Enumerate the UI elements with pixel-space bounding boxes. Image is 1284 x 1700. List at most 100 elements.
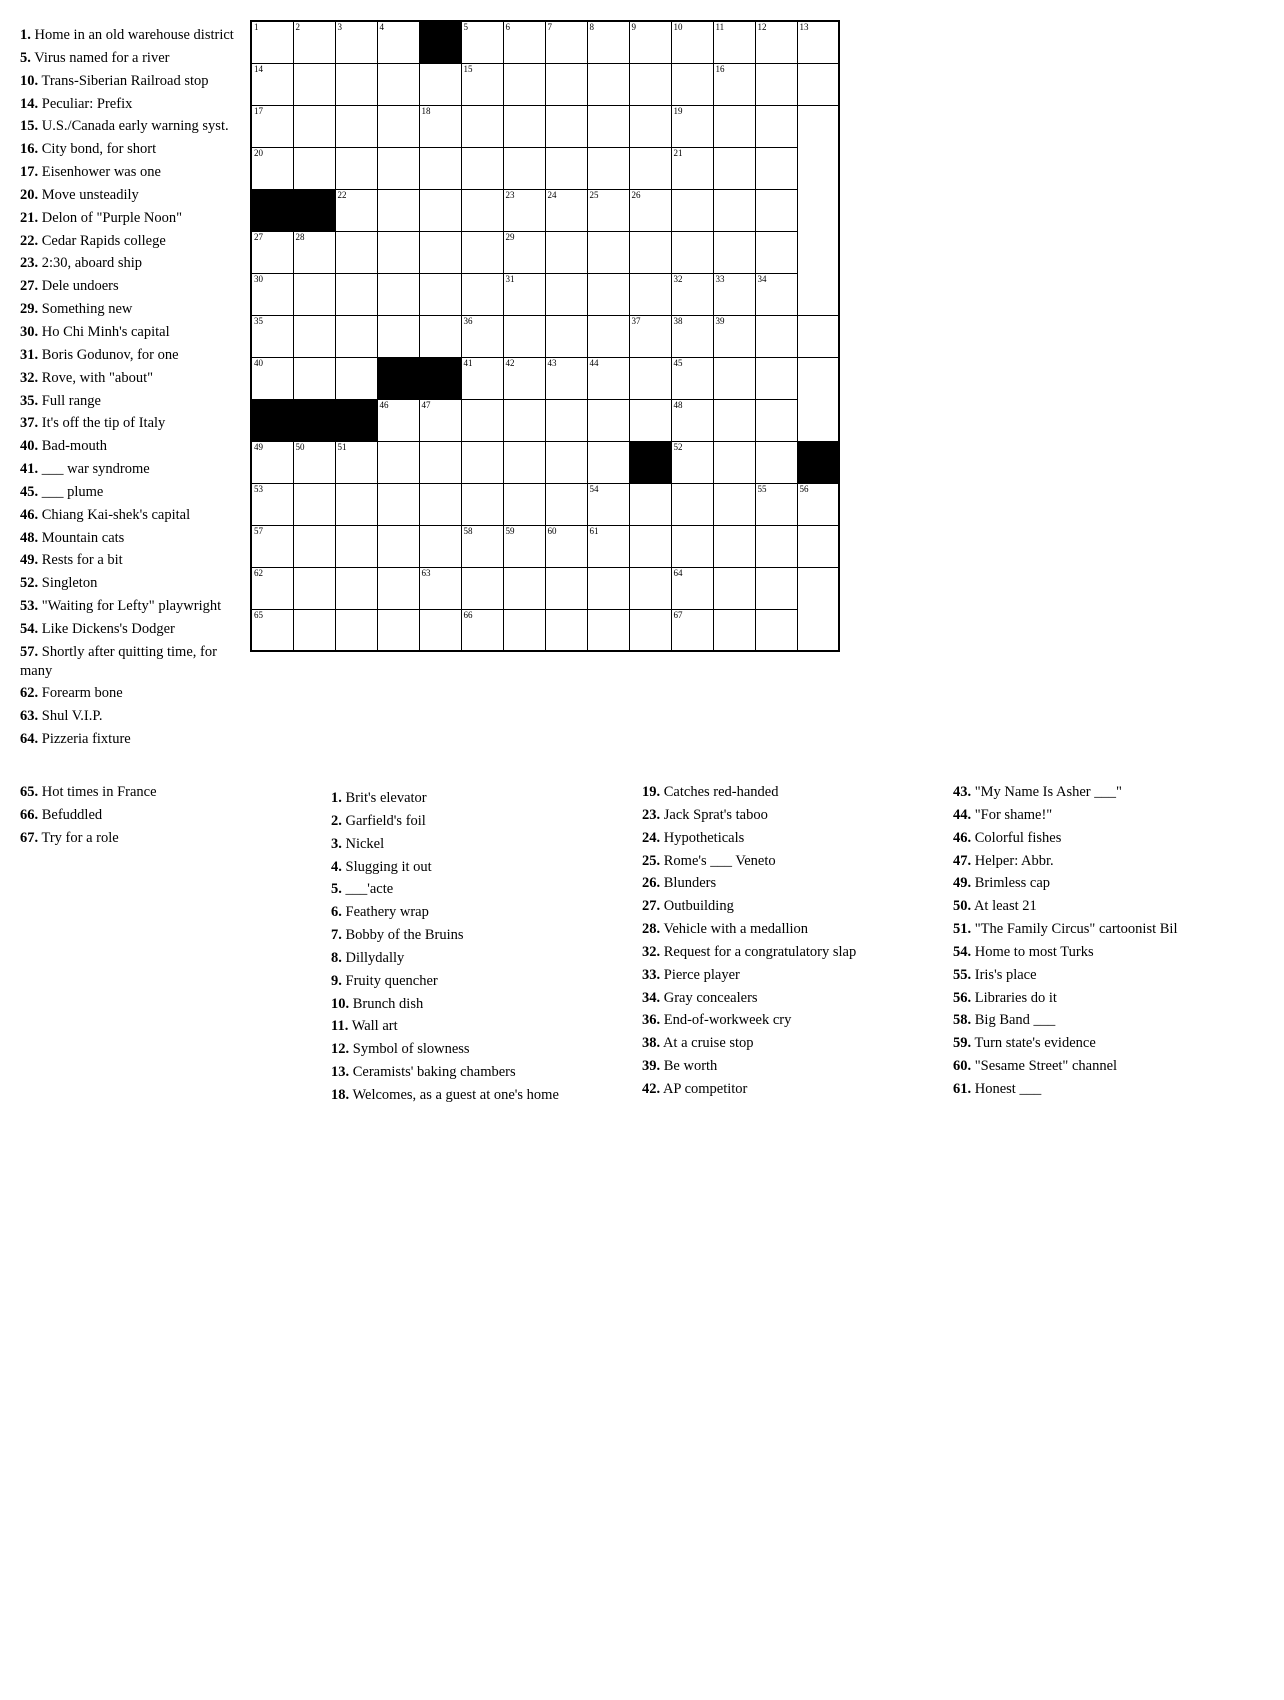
grid-cell-10-5[interactable] [461, 441, 503, 483]
grid-cell-7-12[interactable] [755, 315, 797, 357]
grid-cell-2-4[interactable]: 18 [419, 105, 461, 147]
grid-cell-14-3[interactable] [377, 609, 419, 651]
grid-cell-7-8[interactable] [587, 315, 629, 357]
grid-cell-6-5[interactable] [461, 273, 503, 315]
grid-cell-2-2[interactable] [335, 105, 377, 147]
grid-cell-5-11[interactable] [713, 231, 755, 273]
grid-cell-5-3[interactable] [377, 231, 419, 273]
grid-cell-6-11[interactable]: 33 [713, 273, 755, 315]
grid-cell-3-0[interactable]: 20 [251, 147, 293, 189]
grid-cell-6-1[interactable] [293, 273, 335, 315]
grid-cell-13-11[interactable] [713, 567, 755, 609]
grid-cell-3-7[interactable] [545, 147, 587, 189]
grid-cell-10-10[interactable]: 52 [671, 441, 713, 483]
grid-cell-1-4[interactable] [419, 63, 461, 105]
grid-cell-2-12[interactable] [755, 105, 797, 147]
grid-cell-9-10[interactable]: 48 [671, 399, 713, 441]
grid-cell-10-4[interactable] [419, 441, 461, 483]
grid-cell-8-5[interactable]: 41 [461, 357, 503, 399]
grid-cell-11-8[interactable]: 54 [587, 483, 629, 525]
grid-cell-12-11[interactable] [713, 525, 755, 567]
grid-cell-5-0[interactable]: 27 [251, 231, 293, 273]
grid-cell-3-12[interactable] [755, 147, 797, 189]
grid-cell-0-11[interactable]: 11 [713, 21, 755, 63]
grid-cell-1-5[interactable]: 15 [461, 63, 503, 105]
grid-cell-3-2[interactable] [335, 147, 377, 189]
grid-cell-2-7[interactable] [545, 105, 587, 147]
grid-cell-0-12[interactable]: 12 [755, 21, 797, 63]
grid-cell-6-7[interactable] [545, 273, 587, 315]
grid-cell-1-2[interactable] [335, 63, 377, 105]
grid-cell-2-6[interactable] [503, 105, 545, 147]
grid-cell-1-1[interactable] [293, 63, 335, 105]
grid-cell-1-10[interactable] [671, 63, 713, 105]
grid-cell-9-8[interactable] [587, 399, 629, 441]
grid-cell-1-13[interactable] [797, 63, 839, 105]
grid-cell-14-1[interactable] [293, 609, 335, 651]
grid-cell-14-11[interactable] [713, 609, 755, 651]
grid-cell-7-0[interactable]: 35 [251, 315, 293, 357]
grid-cell-7-10[interactable]: 38 [671, 315, 713, 357]
grid-cell-1-12[interactable] [755, 63, 797, 105]
grid-cell-0-2[interactable]: 3 [335, 21, 377, 63]
grid-cell-2-8[interactable] [587, 105, 629, 147]
grid-cell-3-10[interactable]: 21 [671, 147, 713, 189]
grid-cell-4-6[interactable]: 23 [503, 189, 545, 231]
grid-cell-5-9[interactable] [629, 231, 671, 273]
grid-cell-8-0[interactable]: 40 [251, 357, 293, 399]
grid-cell-7-11[interactable]: 39 [713, 315, 755, 357]
grid-cell-8-3[interactable] [377, 357, 419, 399]
grid-cell-8-6[interactable]: 42 [503, 357, 545, 399]
grid-cell-0-7[interactable]: 7 [545, 21, 587, 63]
grid-cell-12-0[interactable]: 57 [251, 525, 293, 567]
grid-cell-2-11[interactable] [713, 105, 755, 147]
grid-cell-11-5[interactable] [461, 483, 503, 525]
grid-cell-7-4[interactable] [419, 315, 461, 357]
grid-cell-12-1[interactable] [293, 525, 335, 567]
grid-cell-0-13[interactable]: 13 [797, 21, 839, 63]
grid-cell-10-6[interactable] [503, 441, 545, 483]
grid-cell-3-6[interactable] [503, 147, 545, 189]
grid-cell-12-7[interactable]: 60 [545, 525, 587, 567]
grid-cell-12-12[interactable] [755, 525, 797, 567]
grid-cell-11-4[interactable] [419, 483, 461, 525]
grid-cell-11-6[interactable] [503, 483, 545, 525]
grid-cell-2-1[interactable] [293, 105, 335, 147]
grid-cell-0-10[interactable]: 10 [671, 21, 713, 63]
grid-cell-1-6[interactable] [503, 63, 545, 105]
grid-cell-5-4[interactable] [419, 231, 461, 273]
grid-cell-10-13[interactable] [797, 441, 839, 483]
grid-cell-8-2[interactable] [335, 357, 377, 399]
grid-cell-9-5[interactable] [461, 399, 503, 441]
grid-cell-5-2[interactable] [335, 231, 377, 273]
grid-cell-9-7[interactable] [545, 399, 587, 441]
grid-cell-11-13[interactable]: 56 [797, 483, 839, 525]
grid-cell-12-8[interactable]: 61 [587, 525, 629, 567]
grid-cell-14-8[interactable] [587, 609, 629, 651]
grid-cell-13-12[interactable] [755, 567, 797, 609]
grid-cell-3-3[interactable] [377, 147, 419, 189]
grid-cell-1-9[interactable] [629, 63, 671, 105]
grid-cell-5-5[interactable] [461, 231, 503, 273]
grid-cell-4-10[interactable] [671, 189, 713, 231]
grid-cell-12-3[interactable] [377, 525, 419, 567]
grid-cell-13-6[interactable] [503, 567, 545, 609]
grid-cell-2-5[interactable] [461, 105, 503, 147]
grid-cell-8-11[interactable] [713, 357, 755, 399]
grid-cell-4-5[interactable] [461, 189, 503, 231]
grid-cell-4-4[interactable] [419, 189, 461, 231]
grid-cell-1-11[interactable]: 16 [713, 63, 755, 105]
grid-cell-12-9[interactable] [629, 525, 671, 567]
grid-cell-3-8[interactable] [587, 147, 629, 189]
grid-cell-2-0[interactable]: 17 [251, 105, 293, 147]
grid-cell-8-9[interactable] [629, 357, 671, 399]
grid-cell-7-7[interactable] [545, 315, 587, 357]
grid-cell-14-10[interactable]: 67 [671, 609, 713, 651]
grid-cell-6-0[interactable]: 30 [251, 273, 293, 315]
grid-cell-9-9[interactable] [629, 399, 671, 441]
grid-cell-6-6[interactable]: 31 [503, 273, 545, 315]
grid-cell-1-7[interactable] [545, 63, 587, 105]
grid-cell-11-3[interactable] [377, 483, 419, 525]
grid-cell-5-1[interactable]: 28 [293, 231, 335, 273]
grid-cell-6-12[interactable]: 34 [755, 273, 797, 315]
